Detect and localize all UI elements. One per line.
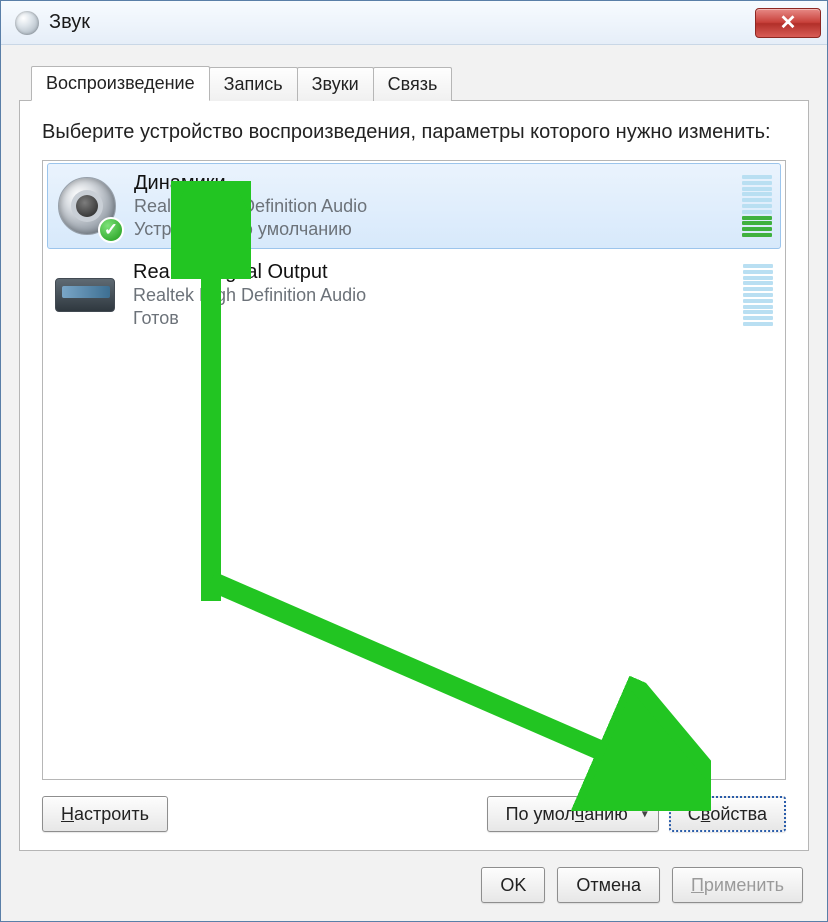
device-subtitle: Realtek High Definition Audio bbox=[133, 284, 733, 307]
tab-label: Воспроизведение bbox=[46, 73, 195, 93]
titlebar: Звук ✕ bbox=[1, 1, 827, 45]
set-default-button[interactable]: По умолчанию bbox=[487, 796, 659, 832]
device-status: Готов bbox=[133, 307, 733, 330]
close-icon: ✕ bbox=[780, 10, 797, 35]
dialog-button-row: OK Отмена Применить bbox=[19, 851, 809, 907]
close-button[interactable]: ✕ bbox=[755, 8, 821, 38]
apply-button[interactable]: Применить bbox=[672, 867, 803, 903]
spdif-icon bbox=[55, 264, 117, 326]
device-subtitle: Realtek High Definition Audio bbox=[134, 195, 732, 218]
ok-button[interactable]: OK bbox=[481, 867, 545, 903]
vu-meter bbox=[743, 264, 773, 326]
client-area: Воспроизведение Запись Звуки Связь Выбер… bbox=[1, 45, 827, 921]
window-title: Звук bbox=[49, 11, 90, 34]
tab-recording[interactable]: Запись bbox=[209, 67, 298, 101]
configure-button[interactable]: Настроить bbox=[42, 796, 168, 832]
tab-label: Запись bbox=[224, 74, 283, 94]
speaker-icon: ✓ bbox=[56, 175, 118, 237]
tab-comm[interactable]: Связь bbox=[373, 67, 453, 101]
device-name: Realtek Digital Output bbox=[133, 261, 733, 284]
device-text: Realtek Digital Output Realtek High Defi… bbox=[133, 261, 733, 329]
ok-label: OK bbox=[500, 875, 526, 896]
tab-panel-playback: Выберите устройство воспроизведения, пар… bbox=[19, 100, 809, 851]
tabstrip: Воспроизведение Запись Звуки Связь bbox=[19, 65, 809, 100]
instruction-text: Выберите устройство воспроизведения, пар… bbox=[42, 119, 786, 146]
vu-meter bbox=[742, 175, 772, 237]
device-name: Динамики bbox=[134, 172, 732, 195]
device-item-spdif[interactable]: Realtek Digital Output Realtek High Defi… bbox=[43, 251, 785, 340]
device-list[interactable]: ✓ Динамики Realtek High Definition Audio… bbox=[42, 160, 786, 780]
cancel-button[interactable]: Отмена bbox=[557, 867, 660, 903]
tab-sounds[interactable]: Звуки bbox=[297, 67, 374, 101]
tab-playback[interactable]: Воспроизведение bbox=[31, 66, 210, 101]
device-item-speakers[interactable]: ✓ Динамики Realtek High Definition Audio… bbox=[47, 163, 781, 249]
properties-button[interactable]: Свойства bbox=[669, 796, 786, 832]
sound-title-icon bbox=[15, 11, 39, 35]
sound-window: Звук ✕ Воспроизведение Запись Звуки Связ… bbox=[0, 0, 828, 922]
tab-label: Связь bbox=[388, 74, 438, 94]
tab-label: Звуки bbox=[312, 74, 359, 94]
panel-button-row: Настроить По умолчанию Свойства bbox=[42, 796, 786, 832]
device-text: Динамики Realtek High Definition Audio У… bbox=[134, 172, 732, 240]
default-check-icon: ✓ bbox=[98, 217, 124, 243]
device-status: Устройство по умолчанию bbox=[134, 218, 732, 241]
cancel-label: Отмена bbox=[576, 875, 641, 896]
